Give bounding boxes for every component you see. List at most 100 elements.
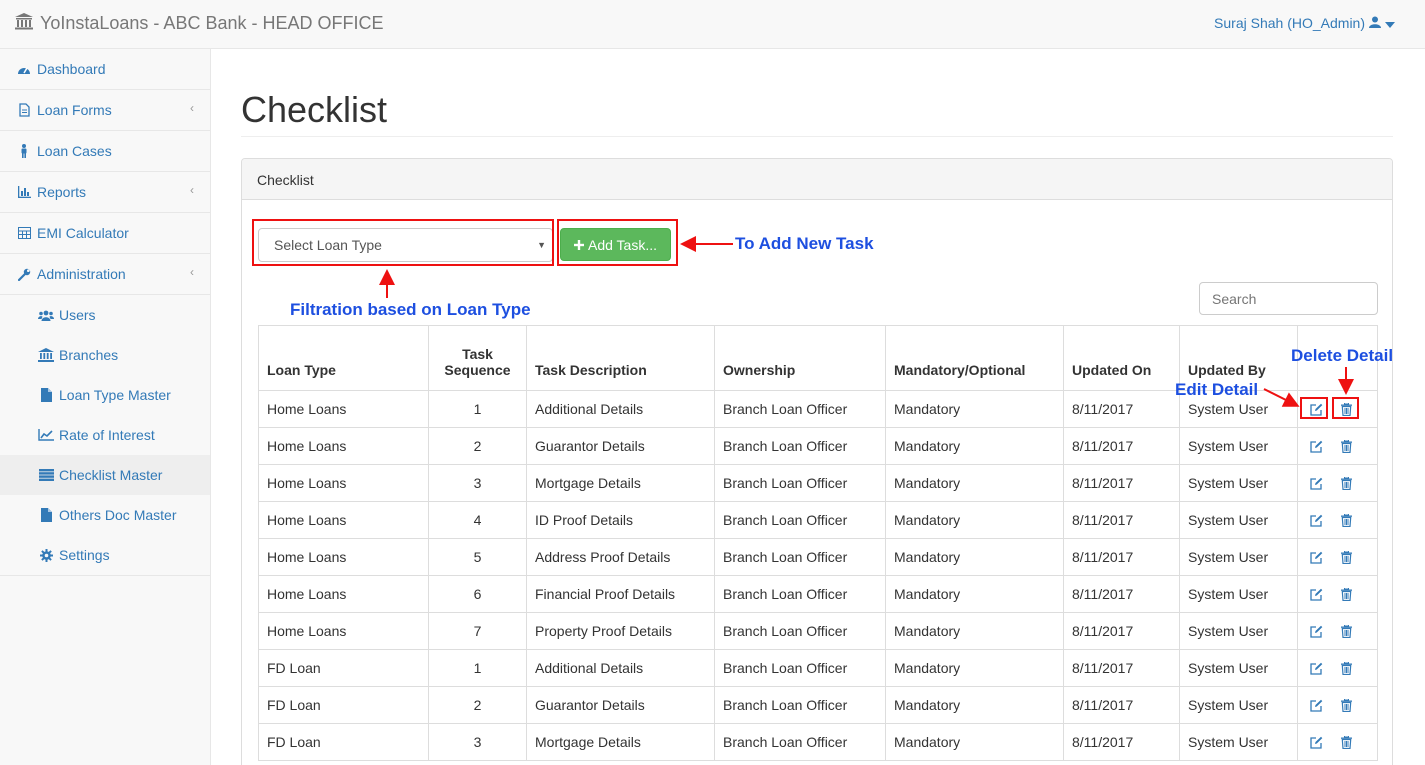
- delete-icon[interactable]: [1336, 510, 1356, 530]
- sidebar-item-label: Loan Cases: [37, 143, 112, 159]
- cell-task-description: Property Proof Details: [526, 612, 715, 650]
- cell-actions: [1297, 723, 1378, 761]
- edit-icon[interactable]: [1306, 695, 1326, 715]
- sidebar-item-label: Reports: [37, 184, 87, 200]
- cell-ownership: Branch Loan Officer: [714, 649, 886, 687]
- table-row: Home Loans 7 Property Proof Details Branch …: [258, 612, 1378, 650]
- sidebar-item-administration[interactable]: Administration ‹: [0, 254, 210, 295]
- cell-task-description: Mortgage Details: [526, 464, 715, 502]
- cell-task-sequence: 6: [428, 575, 527, 613]
- table-row: Home Loans 5 Address Proof Details Branch L…: [258, 538, 1378, 576]
- sidebar-item-emi-calculator[interactable]: EMI Calculator: [0, 213, 210, 254]
- cell-task-description: ID Proof Details: [526, 501, 715, 539]
- sidebar-item-label: Settings: [59, 547, 110, 563]
- delete-icon[interactable]: [1336, 658, 1356, 678]
- delete-icon[interactable]: [1336, 473, 1356, 493]
- sidebar-item-label: Users: [59, 307, 96, 323]
- cell-mandatory-optional: Mandatory: [885, 390, 1064, 428]
- edit-icon[interactable]: [1306, 547, 1326, 567]
- cell-task-description: Financial Proof Details: [526, 575, 715, 613]
- annotation-filter: Filtration based on Loan Type: [290, 300, 531, 319]
- chevron-left-icon: ‹: [190, 265, 194, 279]
- table-row: FD Loan 2 Guarantor Details Branch Loan Off…: [258, 686, 1378, 724]
- cell-task-sequence: 3: [428, 723, 527, 761]
- delete-icon[interactable]: [1336, 584, 1356, 604]
- sidebar-item-users[interactable]: Users: [0, 295, 210, 335]
- sidebar-item-label: Others Doc Master: [59, 507, 177, 523]
- edit-icon[interactable]: [1306, 436, 1326, 456]
- gear-icon: [37, 548, 55, 562]
- cell-updated-by: System User: [1179, 686, 1298, 724]
- sidebar-item-label: EMI Calculator: [37, 225, 129, 241]
- cell-updated-on: 8/11/2017: [1063, 427, 1180, 465]
- cell-task-sequence: 2: [428, 427, 527, 465]
- annotation-box-add: [557, 219, 678, 266]
- edit-icon[interactable]: [1306, 584, 1326, 604]
- edit-icon[interactable]: [1306, 473, 1326, 493]
- sidebar-item-settings[interactable]: Settings: [0, 535, 210, 575]
- sidebar-item-loan-cases[interactable]: Loan Cases: [0, 131, 210, 172]
- sidebar-item-loan-forms[interactable]: Loan Forms ‹: [0, 90, 210, 131]
- cell-updated-by: System User: [1179, 575, 1298, 613]
- col-header-task-sequence[interactable]: Task Sequence: [428, 325, 527, 391]
- brand-title: YoInstaLoans - ABC Bank - HEAD OFFICE: [40, 13, 384, 33]
- delete-icon[interactable]: [1336, 436, 1356, 456]
- cell-task-sequence: 1: [428, 390, 527, 428]
- col-header-loan-type[interactable]: Loan Type: [258, 325, 429, 391]
- title-divider: [241, 136, 1393, 137]
- sidebar-item-label: Loan Type Master: [59, 387, 171, 403]
- col-header-mandatory-optional[interactable]: Mandatory/Optional: [885, 325, 1064, 391]
- cell-updated-on: 8/11/2017: [1063, 686, 1180, 724]
- sidebar-item-label: Dashboard: [37, 61, 106, 77]
- cell-mandatory-optional: Mandatory: [885, 649, 1064, 687]
- sidebar-item-branches[interactable]: Branches: [0, 335, 210, 375]
- sidebar-item-label: Loan Forms: [37, 102, 112, 118]
- col-header-task-description[interactable]: Task Description: [526, 325, 715, 391]
- edit-icon[interactable]: [1306, 732, 1326, 752]
- annotation-box-select: [252, 219, 554, 266]
- delete-icon[interactable]: [1336, 547, 1356, 567]
- cell-loan-type: Home Loans: [258, 538, 429, 576]
- edit-icon[interactable]: [1306, 658, 1326, 678]
- table-row: Home Loans 4 ID Proof Details Branch Loan O…: [258, 501, 1378, 539]
- top-navbar: YoInstaLoans - ABC Bank - HEAD OFFICE Su…: [0, 0, 1425, 49]
- cell-task-description: Address Proof Details: [526, 538, 715, 576]
- sidebar-item-checklist-master[interactable]: Checklist Master: [0, 455, 210, 495]
- table-row: Home Loans 3 Mortgage Details Branch Loan O…: [258, 464, 1378, 502]
- annotation-delete: Delete Detail: [1291, 346, 1394, 365]
- file-icon: [15, 103, 33, 117]
- sidebar-item-rate-of-interest[interactable]: Rate of Interest: [0, 415, 210, 455]
- sidebar-item-others-doc-master[interactable]: Others Doc Master: [0, 495, 210, 535]
- col-header-ownership[interactable]: Ownership: [714, 325, 886, 391]
- cell-task-sequence: 3: [428, 464, 527, 502]
- delete-icon[interactable]: [1336, 732, 1356, 752]
- search-input[interactable]: [1199, 282, 1378, 315]
- sidebar-item-loan-type-master[interactable]: Loan Type Master: [0, 375, 210, 415]
- col-header-updated-on[interactable]: Updated On: [1063, 325, 1180, 391]
- edit-icon[interactable]: [1306, 510, 1326, 530]
- delete-icon[interactable]: [1336, 621, 1356, 641]
- file-icon: [37, 388, 55, 402]
- user-menu[interactable]: Suraj Shah (HO_Admin): [1214, 15, 1395, 31]
- cell-task-sequence: 5: [428, 538, 527, 576]
- table-body: Home Loans 1 Additional Details Branch Loan…: [258, 390, 1378, 761]
- sidebar-item-dashboard[interactable]: Dashboard: [0, 49, 210, 90]
- cell-updated-by: System User: [1179, 723, 1298, 761]
- cell-ownership: Branch Loan Officer: [714, 390, 886, 428]
- cell-updated-on: 8/11/2017: [1063, 723, 1180, 761]
- delete-icon[interactable]: [1336, 695, 1356, 715]
- table-row: Home Loans 2 Guarantor Details Branch Loan …: [258, 427, 1378, 465]
- edit-icon[interactable]: [1306, 621, 1326, 641]
- cell-mandatory-optional: Mandatory: [885, 575, 1064, 613]
- sidebar-item-reports[interactable]: Reports ‹: [0, 172, 210, 213]
- cell-ownership: Branch Loan Officer: [714, 575, 886, 613]
- sidebar-item-label: Checklist Master: [59, 467, 163, 483]
- brand[interactable]: YoInstaLoans - ABC Bank - HEAD OFFICE: [14, 12, 383, 35]
- cell-updated-on: 8/11/2017: [1063, 501, 1180, 539]
- cell-actions: [1297, 464, 1378, 502]
- cell-loan-type: FD Loan: [258, 686, 429, 724]
- cell-ownership: Branch Loan Officer: [714, 464, 886, 502]
- cell-task-description: Additional Details: [526, 649, 715, 687]
- cell-actions: [1297, 649, 1378, 687]
- chevron-left-icon: ‹: [190, 183, 194, 197]
